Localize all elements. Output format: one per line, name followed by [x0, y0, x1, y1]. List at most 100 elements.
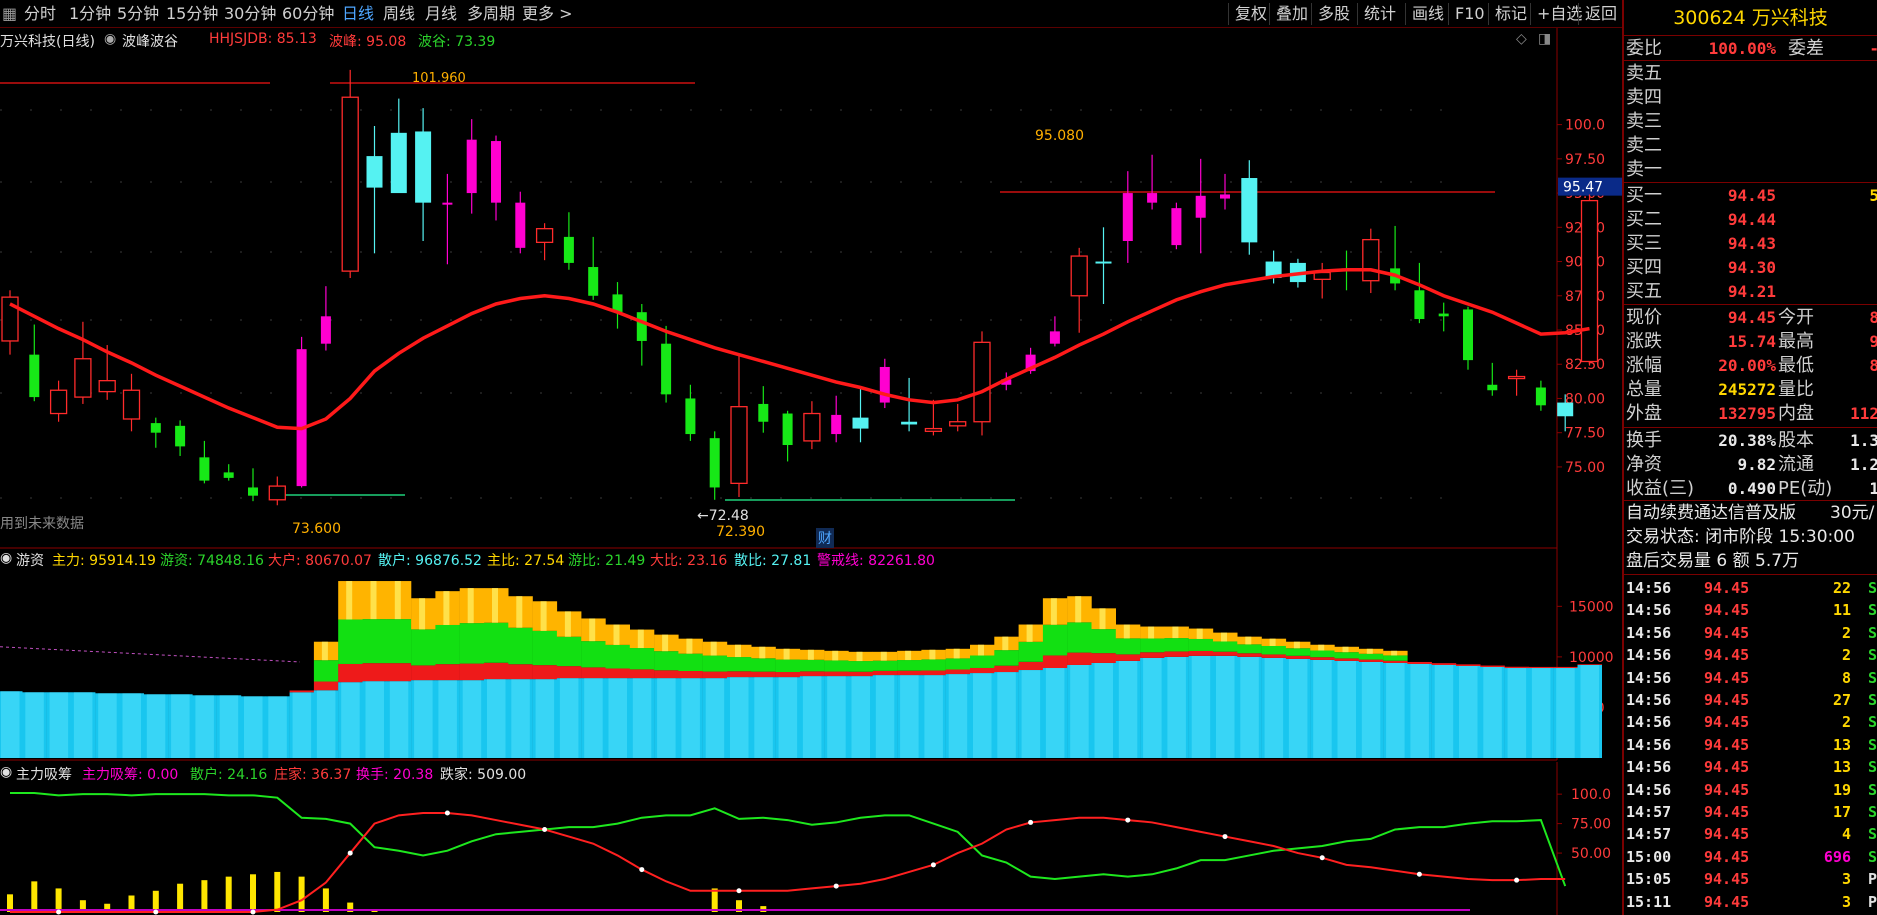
- dahu-column: [751, 671, 776, 678]
- overlay-button[interactable]: 叠加: [1269, 3, 1308, 25]
- quote-label: 涨跌: [1626, 331, 1662, 352]
- zhuli-highlight: [662, 634, 669, 652]
- youzi-column: [532, 630, 558, 666]
- dahu-column: [1213, 651, 1238, 656]
- candle-body: [563, 236, 574, 263]
- xichou-chart[interactable]: 100.0 75.00 50.00: [0, 762, 1622, 915]
- youzi-column: [435, 624, 460, 665]
- dahu-column: [1504, 666, 1530, 669]
- back-button[interactable]: 返回: [1578, 3, 1617, 25]
- dahu-column: [848, 671, 873, 677]
- stats-value-2: 1.2: [1850, 455, 1877, 474]
- tick-time: 14:56: [1626, 668, 1672, 687]
- tab-30min[interactable]: 30分钟: [224, 3, 276, 25]
- sanhu-column-shade: [1021, 670, 1041, 758]
- zhuli-highlight: [589, 618, 596, 642]
- tab-60min[interactable]: 60分钟: [282, 3, 334, 25]
- tab-weekly[interactable]: 周线: [383, 3, 415, 25]
- youzi-column: [411, 629, 436, 666]
- tick-price: 94.45: [1704, 758, 1750, 777]
- tab-monthly[interactable]: 月线: [425, 3, 457, 25]
- sanhu-column-shade: [438, 680, 457, 758]
- promo-price: 30元/: [1830, 503, 1875, 523]
- sanhu-column-shade: [632, 678, 652, 758]
- buy-5-row[interactable]: 买五 94.21: [1624, 280, 1877, 303]
- cai-marker[interactable]: 财: [816, 528, 834, 548]
- sanhu-column-shade: [1313, 659, 1332, 758]
- f10-button[interactable]: F10: [1448, 3, 1485, 25]
- sanhu-column-shade: [49, 692, 69, 758]
- zhuangjia-point: [250, 909, 256, 915]
- tab-1min[interactable]: 1分钟: [69, 3, 111, 25]
- sanhu-column-shade: [25, 692, 44, 758]
- tab-15min[interactable]: 15分钟: [166, 3, 218, 25]
- tick-price: 94.45: [1704, 825, 1750, 844]
- mark-button[interactable]: 标记: [1488, 3, 1527, 25]
- youzi-column: [727, 657, 752, 672]
- promo-row[interactable]: 自动续费通达信普及版 30元/: [1624, 502, 1877, 525]
- buy-1-row[interactable]: 买一 94.45 5: [1624, 184, 1877, 207]
- tick-time: 14:56: [1626, 646, 1672, 665]
- dahu-column: [313, 681, 339, 691]
- youzi-column: [921, 659, 946, 671]
- tick-time: 14:56: [1626, 579, 1672, 597]
- trade-status-row: 交易状态: 闭市阶段 15:30:00: [1624, 526, 1877, 549]
- youzi-column: [1285, 648, 1311, 656]
- y-tick-label: 75.00: [1565, 460, 1605, 476]
- youzi-column: [751, 658, 776, 672]
- zhuli-highlight: [953, 648, 960, 659]
- draw-line-button[interactable]: 画线: [1405, 3, 1444, 25]
- sell-3-label: 卖三: [1626, 111, 1662, 132]
- youzi-column: [1334, 652, 1359, 659]
- candle-body: [268, 485, 286, 501]
- tick-volume: 2: [1841, 623, 1851, 642]
- youzi-column: [605, 644, 630, 669]
- multi-stock-button[interactable]: 多股: [1311, 3, 1350, 25]
- fuquan-button[interactable]: 复权: [1228, 3, 1267, 25]
- candle-body: [636, 312, 647, 341]
- buy-4-row[interactable]: 买四 94.30: [1624, 256, 1877, 279]
- dahu-column: [1310, 657, 1335, 660]
- candle-body: [803, 412, 821, 442]
- divider: [1624, 500, 1877, 501]
- dahu-column: [605, 668, 630, 679]
- zhuli-highlight: [443, 591, 450, 625]
- add-watchlist-button[interactable]: +自选: [1530, 3, 1582, 25]
- tick-row: 15:11 94.45 3 P: [1624, 891, 1877, 913]
- youzi-column: [508, 627, 533, 665]
- tick-time: 14:56: [1626, 780, 1672, 799]
- tick-flag: S: [1867, 758, 1877, 777]
- buy-3-row[interactable]: 买三 94.43: [1624, 232, 1877, 255]
- buy-2-row[interactable]: 买二 94.44: [1624, 208, 1877, 231]
- tick-volume: 17: [1832, 803, 1851, 821]
- grid-icon[interactable]: ▦: [2, 3, 17, 25]
- tick-time: 15:05: [1626, 870, 1672, 889]
- sanhu-column-shade: [341, 682, 360, 758]
- divider: [1624, 182, 1877, 183]
- zhuangjia-point: [639, 867, 645, 873]
- xichou-bar: [201, 880, 208, 912]
- sanhu-column-shade: [657, 678, 676, 758]
- candle-body: [1580, 199, 1599, 363]
- zhuli-highlight: [905, 650, 912, 661]
- tab-daily[interactable]: 日线: [342, 3, 374, 25]
- quote-row: 涨幅 20.00% 最低 8: [1624, 354, 1877, 377]
- dahu-column: [1456, 664, 1481, 666]
- zhuli-highlight: [759, 646, 766, 659]
- candle-body: [1122, 193, 1133, 241]
- candle-body: [248, 487, 258, 496]
- tab-multi-period[interactable]: 多周期: [467, 3, 515, 25]
- tab-5min[interactable]: 5分钟: [117, 3, 159, 25]
- quote-label-2: 量比: [1778, 379, 1814, 400]
- sanhu-column-shade: [1264, 657, 1284, 758]
- sanhu-column-shade: [1483, 667, 1502, 758]
- weibi-value: 100.00%: [1708, 39, 1776, 58]
- tab-more[interactable]: 更多 >: [522, 3, 573, 25]
- candle-body: [1241, 178, 1258, 243]
- youzi-chart[interactable]: 15000100005000X10: [0, 548, 1622, 761]
- dahu-column: [1018, 661, 1044, 671]
- kline-chart[interactable]: 100.097.5095.0092.5090.0087.5085.0082.50…: [0, 28, 1622, 549]
- tab-fenshi[interactable]: 分时: [24, 3, 56, 25]
- stats-button[interactable]: 统计: [1357, 3, 1396, 25]
- promo-text: 自动续费通达信普及版: [1626, 503, 1796, 523]
